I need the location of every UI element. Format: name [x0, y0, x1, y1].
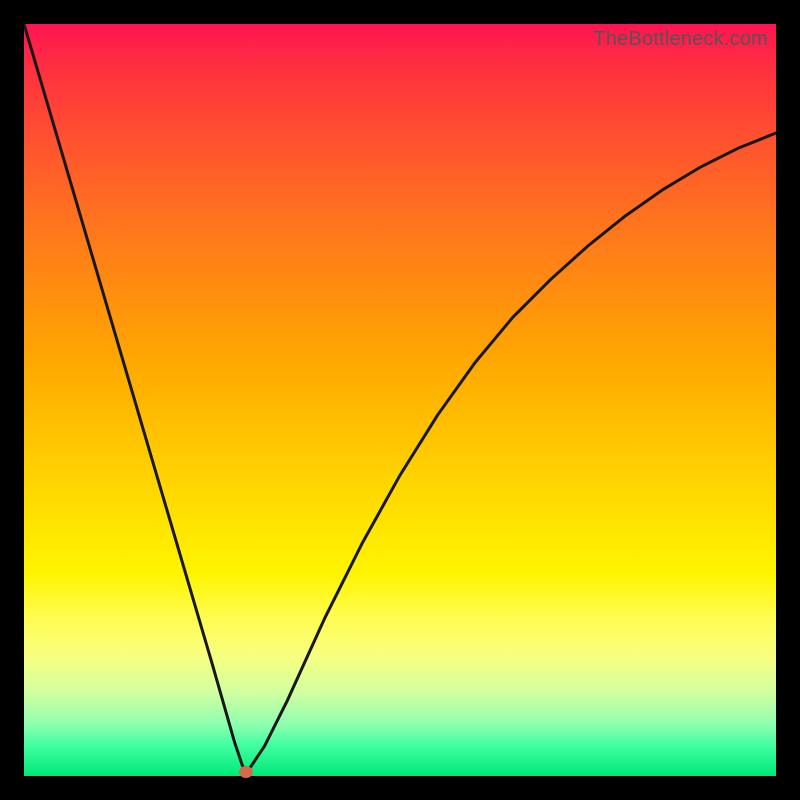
bottleneck-curve [24, 24, 776, 776]
optimal-point-marker [239, 766, 253, 778]
plot-area: TheBottleneck.com [24, 24, 776, 776]
chart-container: TheBottleneck.com [0, 0, 800, 800]
curve-left-path [24, 24, 246, 772]
curve-right-path [246, 133, 776, 772]
